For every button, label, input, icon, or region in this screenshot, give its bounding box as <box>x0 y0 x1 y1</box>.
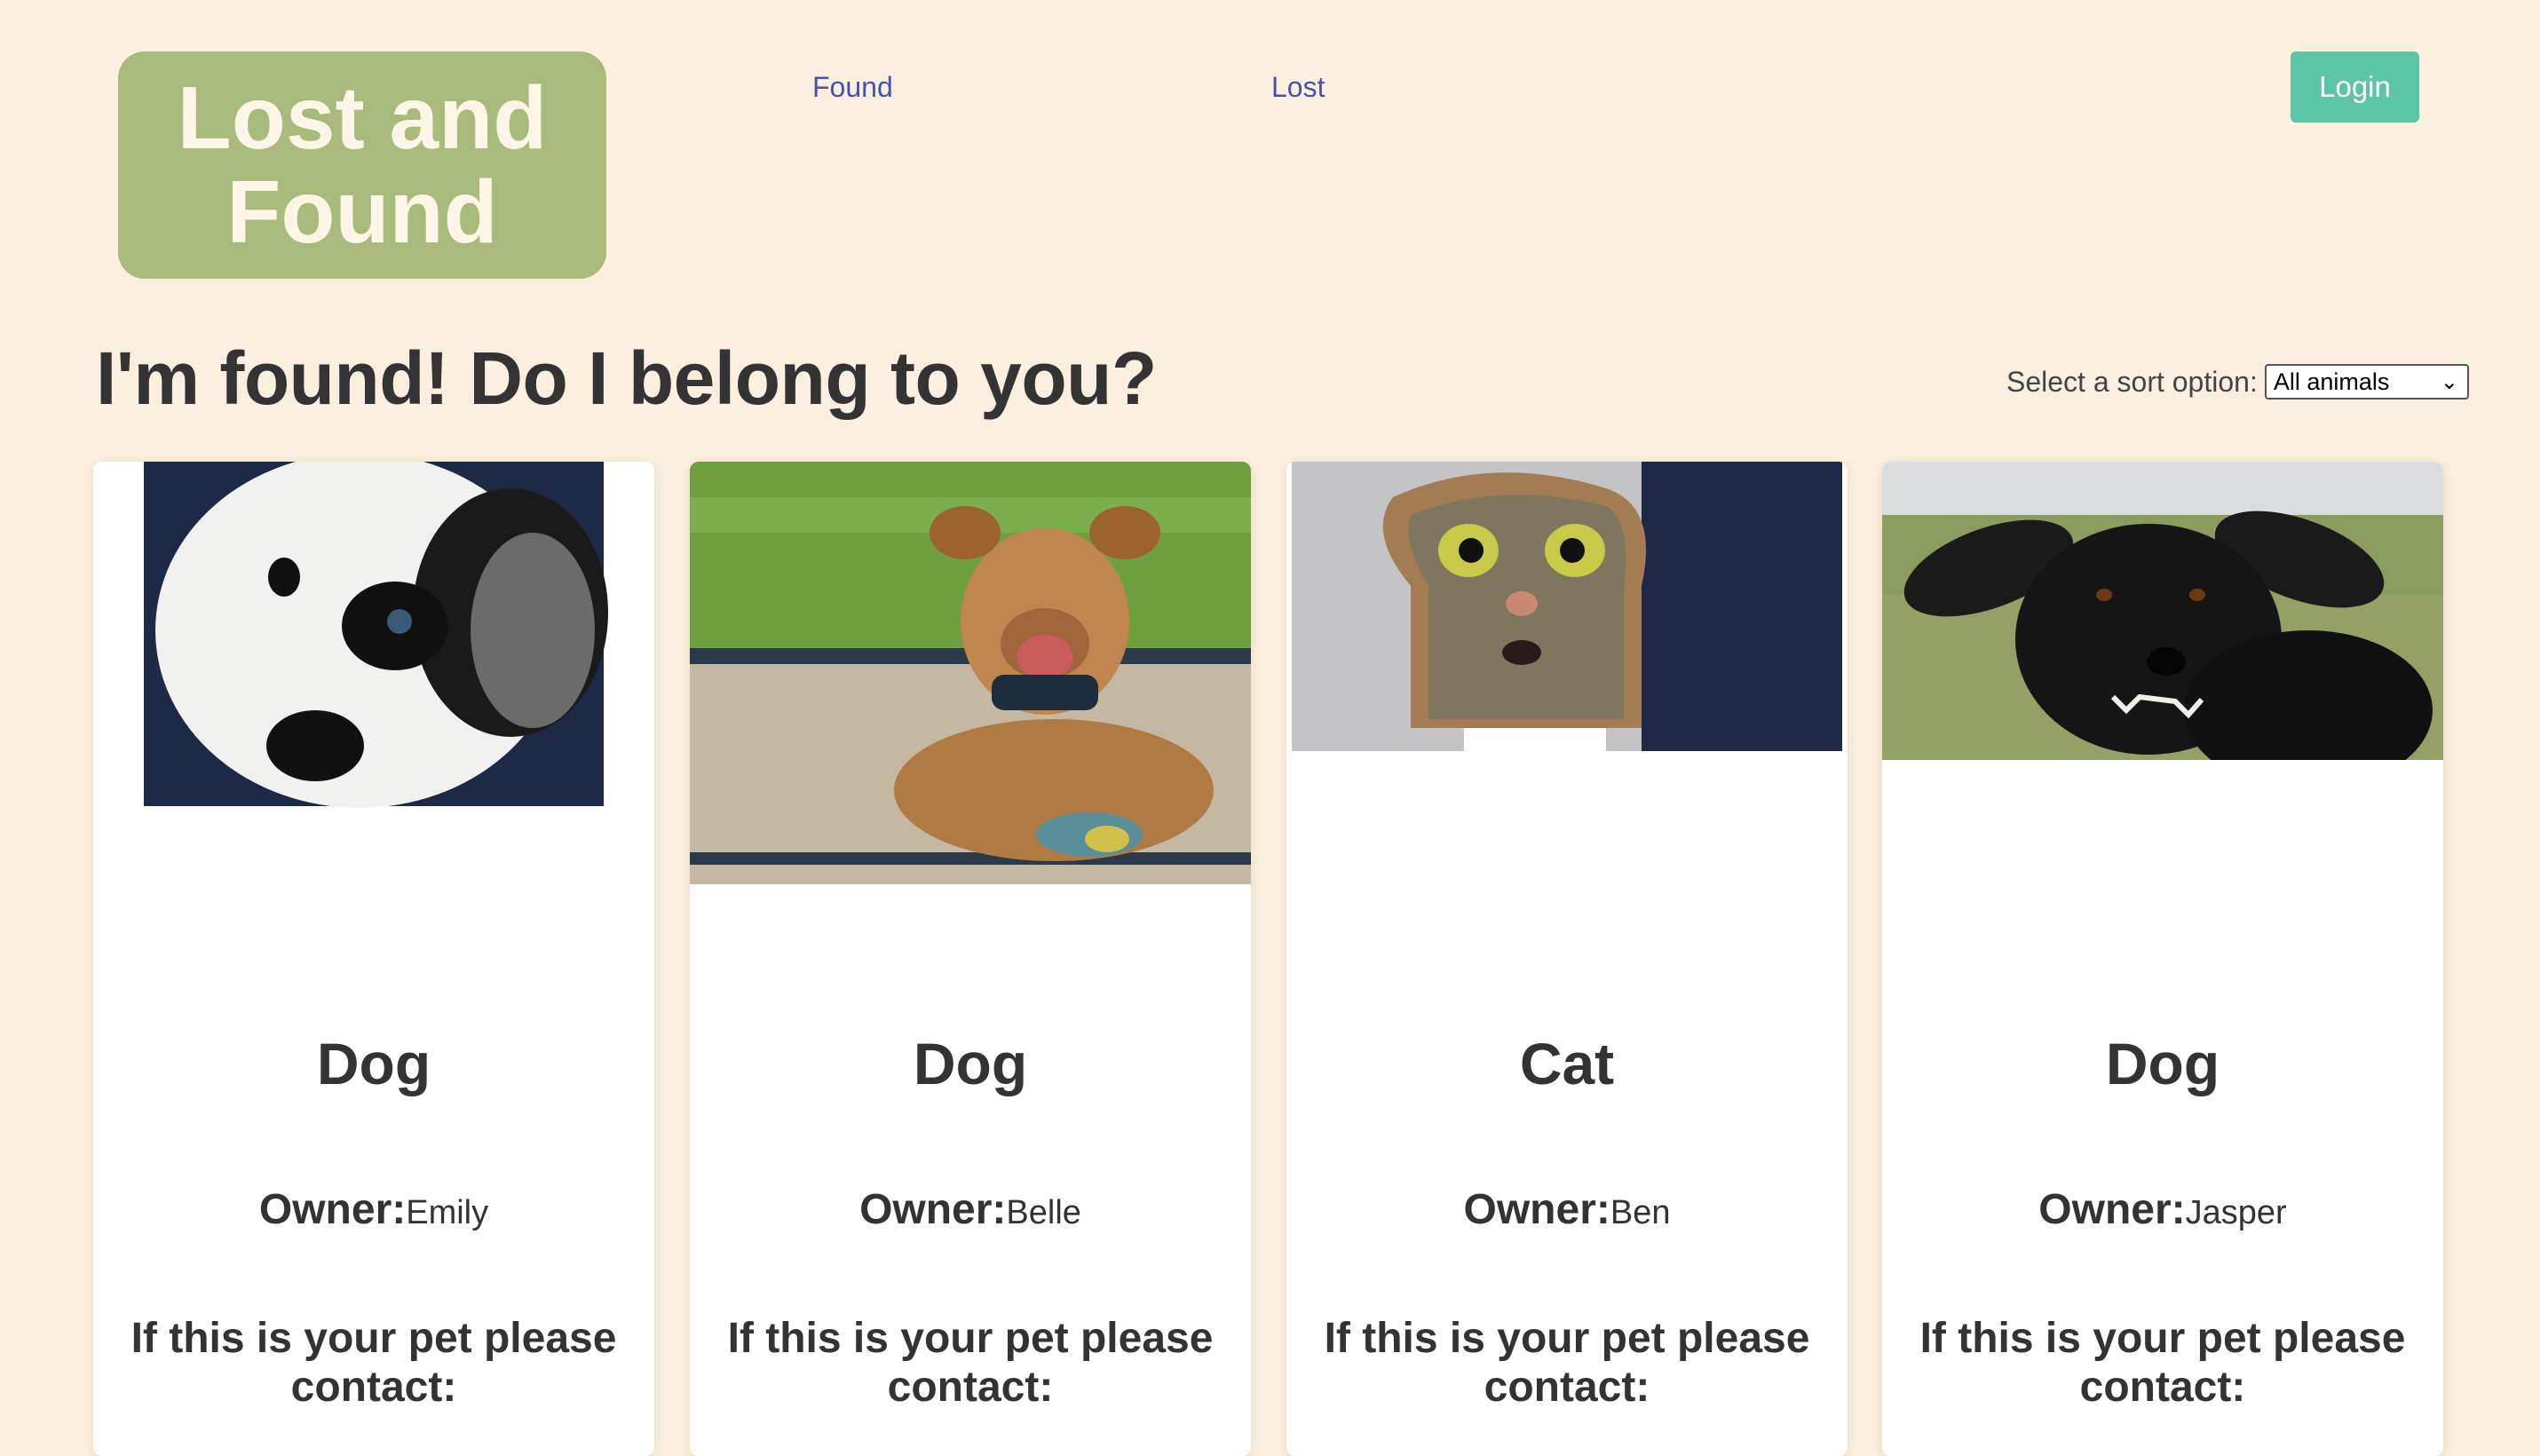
owner-label: Owner: <box>2038 1186 2186 1233</box>
login-button[interactable]: Login <box>2291 51 2419 123</box>
contact-text: If this is your pet please contact: <box>131 1315 617 1411</box>
logo-line-2: Found <box>226 162 498 262</box>
owner-name: Ben <box>1610 1194 1671 1231</box>
contact-text: If this is your pet please contact: <box>1324 1315 1810 1411</box>
owner-label: Owner: <box>258 1186 407 1233</box>
header: Lost and Found Found Lost Login <box>0 0 2540 311</box>
pet-card[interactable]: Dog Owner:Emily If this is your pet plea… <box>93 462 654 1456</box>
black-and-white-dog-photo <box>93 462 654 808</box>
sort-select[interactable]: All animals ⌄ <box>2264 364 2469 400</box>
pet-species: Dog <box>913 1031 1028 1096</box>
owner-row: Owner:Emily <box>93 1185 654 1234</box>
chevron-down-icon: ⌄ <box>2440 370 2458 394</box>
pet-card[interactable]: Cat Owner:Ben If this is your pet please… <box>1286 462 1848 1456</box>
owner-name: Emily <box>406 1194 489 1231</box>
owner-row: Owner:Jasper <box>1882 1185 2443 1234</box>
pet-card[interactable]: Dog Owner:Belle If this is your pet plea… <box>690 462 1251 1456</box>
logo-line-1: Lost and <box>177 68 548 168</box>
logo-text: Lost and Found <box>178 71 548 259</box>
brown-dog-on-sand-photo <box>690 462 1251 884</box>
page-title: I'm found! Do I belong to you? <box>96 336 1157 420</box>
owner-name: Belle <box>1006 1194 1081 1231</box>
contact-text: If this is your pet please contact: <box>1919 1315 2406 1411</box>
owner-row: Owner:Belle <box>690 1185 1251 1234</box>
nav-link-found[interactable]: Found <box>812 71 893 104</box>
pet-species: Dog <box>2105 1031 2220 1096</box>
sort-selected-value: All animals <box>2273 368 2390 395</box>
owner-row: Owner:Ben <box>1286 1185 1848 1234</box>
logo[interactable]: Lost and Found <box>118 51 606 279</box>
owner-name: Jasper <box>2185 1194 2287 1231</box>
nav-link-lost[interactable]: Lost <box>1271 71 1325 104</box>
sort-label: Select a sort option: <box>2006 365 2258 398</box>
sort-control: Select a sort option: All animals ⌄ <box>2006 364 2469 400</box>
owner-label: Owner: <box>1463 1186 1610 1233</box>
pet-species: Cat <box>1519 1031 1615 1096</box>
contact-text: If this is your pet please contact: <box>727 1315 1214 1411</box>
pet-species: Dog <box>316 1031 431 1096</box>
black-dog-growling-photo <box>1882 462 2443 760</box>
owner-label: Owner: <box>859 1186 1007 1233</box>
cat-in-bread-photo <box>1286 462 1848 755</box>
pet-card[interactable]: Dog Owner:Jasper If this is your pet ple… <box>1882 462 2443 1456</box>
